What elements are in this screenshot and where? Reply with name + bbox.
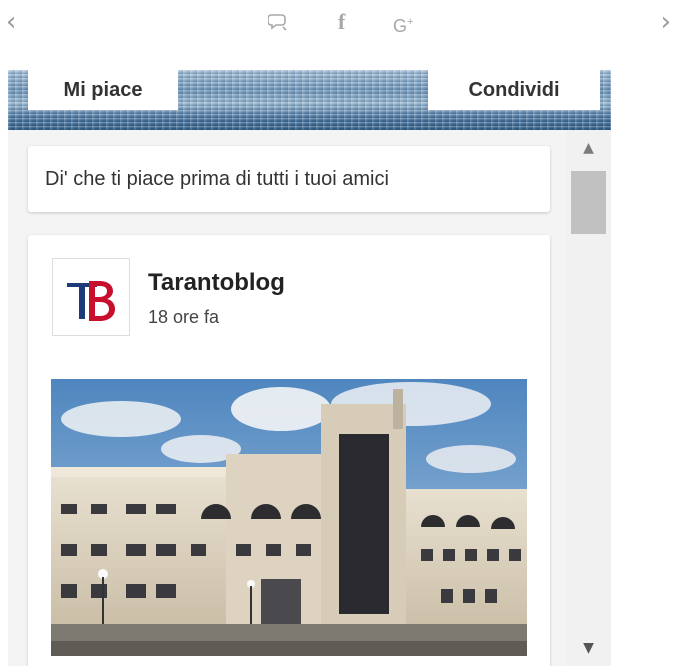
facebook-icon[interactable]: f	[338, 10, 345, 34]
scroll-up-arrow-icon[interactable]: ▲	[566, 140, 611, 156]
feed-scrollbar[interactable]: ▲ ▼	[566, 130, 611, 666]
scroll-thumb[interactable]	[571, 171, 606, 234]
feed-panel[interactable]: Di' che ti piace prima di tutti i tuoi a…	[8, 130, 566, 666]
building-photo	[51, 379, 527, 656]
like-prompt-text: Di' che ti piace prima di tutti i tuoi a…	[45, 168, 389, 190]
google-plus-letter: G	[393, 16, 408, 36]
post-image[interactable]	[51, 379, 527, 656]
header-banner: Mi piace Condividi	[8, 70, 611, 130]
google-plus-icon[interactable]: G+	[393, 10, 413, 38]
like-prompt-card[interactable]: Di' che ti piace prima di tutti i tuoi a…	[28, 146, 550, 212]
like-button[interactable]: Mi piace	[28, 70, 178, 110]
widget-page: ‹ › f G+ Mi piace Condividi Di' che ti p…	[0, 0, 677, 666]
comment-icon[interactable]	[267, 13, 288, 36]
page-name-link[interactable]: Tarantoblog	[148, 269, 285, 297]
chevron-right-icon[interactable]: ›	[661, 8, 671, 36]
tarantoblog-logo	[67, 281, 115, 321]
post-timestamp: 18 ore fa	[148, 307, 220, 327]
chevron-left-icon[interactable]: ‹	[6, 8, 16, 36]
scroll-down-arrow-icon[interactable]: ▼	[566, 640, 611, 656]
google-plus-sign: +	[407, 16, 414, 28]
post-card: Tarantoblog 18 ore fa	[28, 235, 550, 666]
avatar[interactable]	[52, 258, 130, 336]
share-button[interactable]: Condividi	[428, 70, 600, 110]
